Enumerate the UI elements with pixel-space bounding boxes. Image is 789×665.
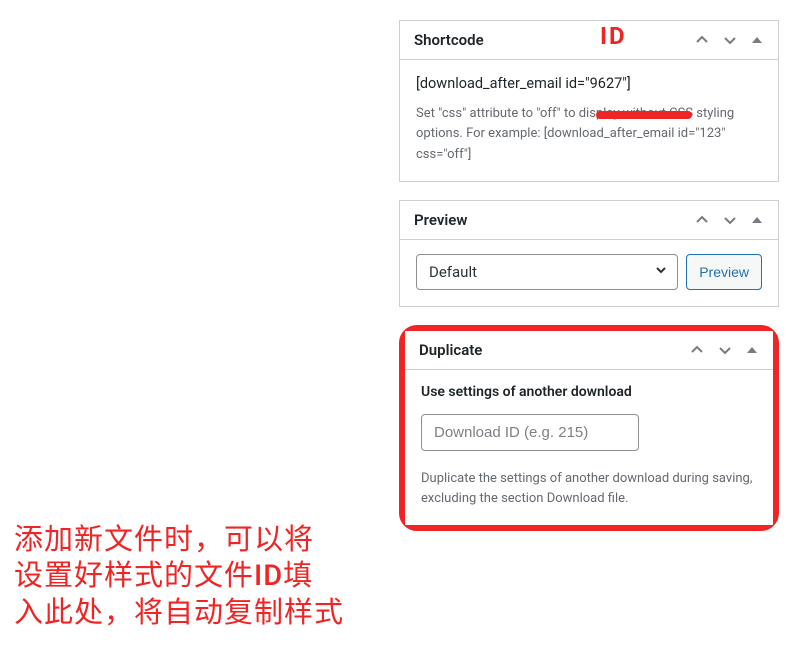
shortcode-panel-header: Shortcode <box>400 21 778 60</box>
download-id-input[interactable] <box>421 414 639 451</box>
annotation-chinese-text: 添加新文件时，可以将 设置好样式的文件ID填 入此处，将自动复制样式 <box>14 522 344 631</box>
annotation-underline <box>596 111 692 119</box>
move-up-icon[interactable] <box>694 32 710 48</box>
panel-controls <box>694 212 764 228</box>
shortcode-panel-title: Shortcode <box>414 31 694 49</box>
collapse-icon[interactable] <box>745 343 759 357</box>
shortcode-value: [download_after_email id="9627"] <box>416 74 762 94</box>
move-up-icon[interactable] <box>689 342 705 358</box>
duplicate-highlight-box: Duplicate Use settings of another downlo… <box>399 325 779 531</box>
settings-sidebar: Shortcode [download_after_email id="9627… <box>399 20 779 531</box>
move-up-icon[interactable] <box>694 212 710 228</box>
shortcode-panel: Shortcode [download_after_email id="9627… <box>399 20 779 182</box>
duplicate-field-label: Use settings of another download <box>421 384 757 400</box>
move-down-icon[interactable] <box>717 342 733 358</box>
panel-controls <box>689 342 759 358</box>
preview-panel-header: Preview <box>400 201 778 240</box>
shortcode-panel-body: [download_after_email id="9627"] Set "cs… <box>400 60 778 181</box>
preview-controls-row: Default Preview <box>416 254 762 290</box>
move-down-icon[interactable] <box>722 32 738 48</box>
preview-panel-title: Preview <box>414 211 694 229</box>
preview-template-select[interactable]: Default <box>416 254 678 290</box>
duplicate-panel-body: Use settings of another download Duplica… <box>405 370 773 525</box>
move-down-icon[interactable] <box>722 212 738 228</box>
shortcode-help-text: Set "css" attribute to "off" to display … <box>416 104 762 164</box>
annotation-id-label: ID <box>600 22 627 50</box>
duplicate-panel: Duplicate Use settings of another downlo… <box>405 331 773 525</box>
preview-panel: Preview Default <box>399 200 779 307</box>
preview-select-wrap: Default <box>416 254 678 290</box>
preview-button[interactable]: Preview <box>686 254 762 290</box>
duplicate-panel-title: Duplicate <box>419 341 689 359</box>
panel-controls <box>694 32 764 48</box>
preview-panel-body: Default Preview <box>400 240 778 306</box>
collapse-icon[interactable] <box>750 33 764 47</box>
duplicate-help-text: Duplicate the settings of another downlo… <box>421 469 757 509</box>
collapse-icon[interactable] <box>750 213 764 227</box>
duplicate-panel-header: Duplicate <box>405 331 773 370</box>
